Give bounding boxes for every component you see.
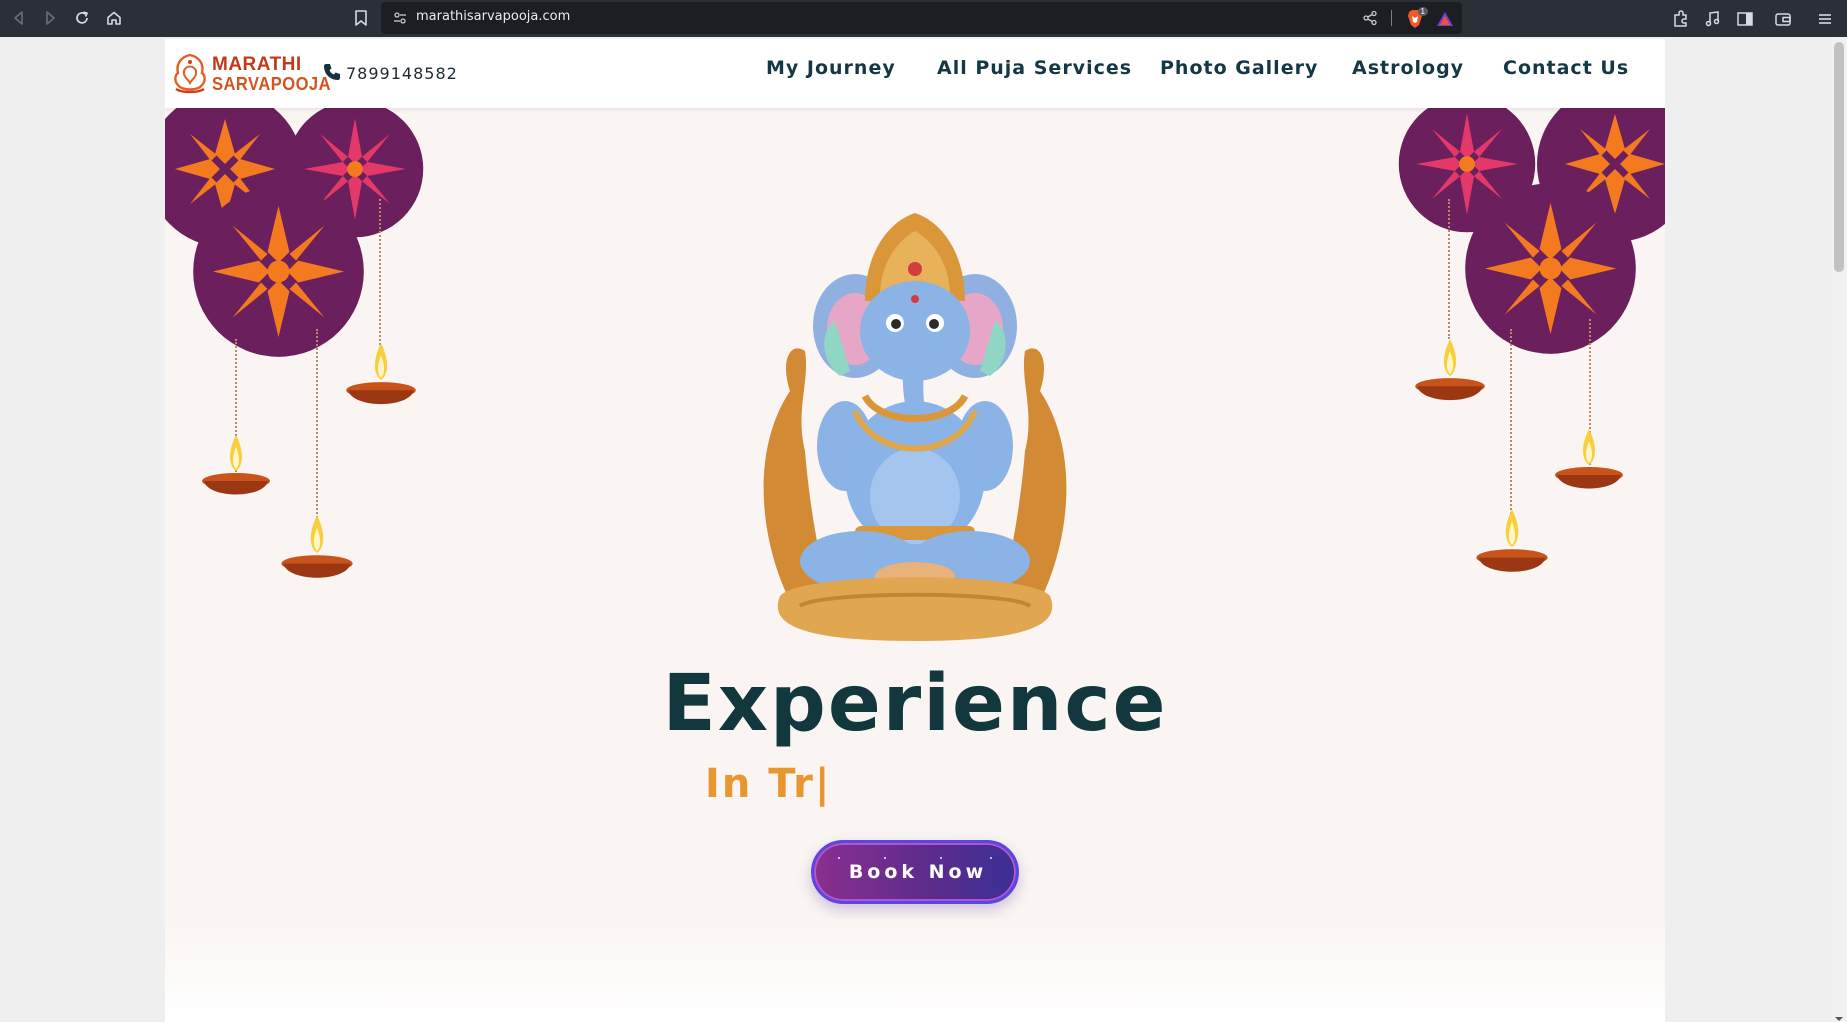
nav-my-journey[interactable]: My Journey xyxy=(766,57,896,79)
ganesha-idol-image xyxy=(763,213,1067,641)
rewards-icon[interactable] xyxy=(1436,10,1454,28)
media-icon[interactable] xyxy=(1703,9,1723,29)
sparkle-decoration xyxy=(940,857,942,859)
diya-icon xyxy=(1555,429,1623,489)
book-now-label: Book Now xyxy=(848,861,988,883)
sparkle-decoration xyxy=(838,857,840,859)
share-icon[interactable] xyxy=(1362,10,1378,26)
address-bar[interactable]: marathisarvapooja.com 1 xyxy=(381,2,1462,34)
phone-icon xyxy=(324,64,340,80)
logo[interactable]: MARATHI SARVAPOOJA xyxy=(172,53,331,97)
nav-astrology[interactable]: Astrology xyxy=(1352,57,1464,79)
shield-count-badge: 1 xyxy=(1417,7,1428,16)
site-header: MARATHI SARVAPOOJA 7899148582 My Journey… xyxy=(165,39,1665,108)
section-fade xyxy=(165,919,1665,1022)
diya-icon xyxy=(202,435,270,495)
bookmark-icon[interactable] xyxy=(351,8,371,28)
book-now-button[interactable]: Book Now xyxy=(811,840,1019,904)
browser-toolbar: marathisarvapooja.com 1 xyxy=(0,0,1847,37)
diya-icon xyxy=(346,343,416,405)
nav-contact-us[interactable]: Contact Us xyxy=(1503,57,1629,79)
site-info-icon[interactable] xyxy=(393,11,407,25)
url-divider xyxy=(1391,10,1392,26)
chain-decoration xyxy=(1448,199,1450,339)
logo-line-2: SARVAPOOJA xyxy=(212,74,332,94)
back-icon[interactable] xyxy=(10,9,30,29)
hero-title: Experience xyxy=(662,659,1168,749)
chain-decoration xyxy=(1510,329,1512,529)
url-text[interactable]: marathisarvapooja.com xyxy=(416,9,570,24)
rangoli-decoration xyxy=(1465,183,1636,354)
ganesha-logo-icon xyxy=(174,53,206,94)
sparkle-decoration xyxy=(884,857,886,859)
diya-icon xyxy=(1415,339,1485,401)
logo-line-1: MARATHI xyxy=(212,54,302,75)
reload-icon[interactable] xyxy=(73,9,93,29)
diya-icon xyxy=(1476,509,1548,572)
diya-icon xyxy=(281,515,353,578)
menu-icon[interactable] xyxy=(1815,9,1835,29)
wallet-icon[interactable] xyxy=(1773,9,1793,29)
hero-typing-subtitle: In Tr| xyxy=(705,761,832,807)
sidebar-icon[interactable] xyxy=(1735,9,1755,29)
scroll-down-icon[interactable] xyxy=(1834,1010,1844,1021)
forward-icon[interactable] xyxy=(41,9,61,29)
chain-decoration xyxy=(316,329,318,529)
website-page: MARATHI SARVAPOOJA 7899148582 My Journey… xyxy=(165,39,1665,1022)
sparkle-decoration xyxy=(990,857,992,859)
phone-number[interactable]: 7899148582 xyxy=(346,64,458,83)
scrollbar-thumb[interactable] xyxy=(1834,42,1844,272)
nav-photo-gallery[interactable]: Photo Gallery xyxy=(1160,57,1318,79)
rangoli-decoration xyxy=(193,186,364,357)
nav-all-puja-services[interactable]: All Puja Services xyxy=(937,57,1132,79)
home-icon[interactable] xyxy=(105,9,125,29)
chain-decoration xyxy=(379,199,381,349)
extensions-icon[interactable] xyxy=(1671,9,1691,29)
